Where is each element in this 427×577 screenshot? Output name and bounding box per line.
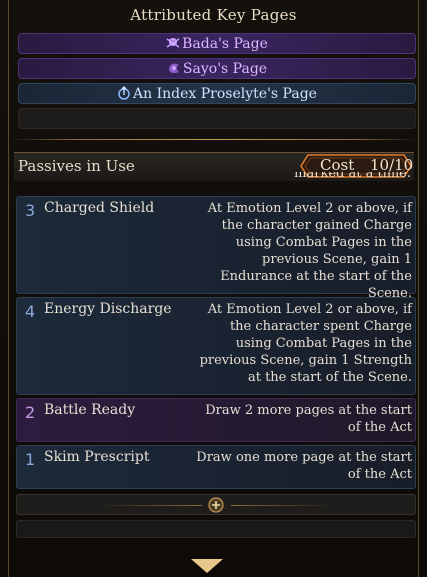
key-page-label: Sayo's Page <box>182 61 268 77</box>
index-emblem-icon <box>118 86 130 100</box>
passive-name: Skim Prescript <box>44 449 150 465</box>
passives-title: Passives in Use <box>18 157 135 175</box>
key-page-label: Bada's Page <box>182 36 268 52</box>
section-divider <box>10 139 417 140</box>
passive-name: Charged Shield <box>44 200 155 216</box>
divider-line-left <box>97 505 202 506</box>
panel-frame: Attributed Key Pages Bada's Page Sayo's … <box>0 0 427 577</box>
passive-cost: 4 <box>25 302 36 321</box>
divider-line-right <box>231 505 336 506</box>
skull-crossbones-icon <box>166 38 180 48</box>
passive-description: At Emotion Level 2 or above, if the char… <box>199 302 412 385</box>
plus-circle-icon <box>208 497 224 513</box>
passive-cost: 3 <box>25 201 36 220</box>
scroll-down-arrow-icon[interactable] <box>190 558 224 574</box>
passive-energy-discharge[interactable]: 4 Energy Discharge At Emotion Level 2 or… <box>16 297 416 395</box>
key-page-label: An Index Proselyte's Page <box>133 86 317 102</box>
passive-description: Draw 2 more pages at the start of the Ac… <box>205 403 412 435</box>
passive-name: Energy Discharge <box>44 301 172 317</box>
key-page-bada[interactable]: Bada's Page <box>18 33 416 54</box>
key-pages-title: Attributed Key Pages <box>130 6 297 24</box>
add-passive-button[interactable] <box>16 494 416 515</box>
purple-emblem-icon <box>168 63 179 74</box>
key-page-sayo[interactable]: Sayo's Page <box>18 58 416 79</box>
scrolled-description-fragment: marked at a time. <box>294 172 411 181</box>
passive-cost: 2 <box>25 403 36 422</box>
passive-description: Draw one more page at the start of the A… <box>196 450 412 482</box>
key-page-empty-slot[interactable] <box>18 108 416 129</box>
empty-passive-slot[interactable] <box>16 520 416 538</box>
key-page-index-proselyte[interactable]: An Index Proselyte's Page <box>18 83 416 104</box>
passive-battle-ready[interactable]: 2 Battle Ready Draw 2 more pages at the … <box>16 398 416 442</box>
passive-charged-shield[interactable]: 3 Charged Shield At Emotion Level 2 or a… <box>16 196 416 301</box>
passive-name: Battle Ready <box>44 402 136 418</box>
passive-cost: 1 <box>25 450 36 469</box>
passive-description: At Emotion Level 2 or above, if the char… <box>207 201 412 301</box>
passive-skim-prescript[interactable]: 1 Skim Prescript Draw one more page at t… <box>16 445 416 489</box>
